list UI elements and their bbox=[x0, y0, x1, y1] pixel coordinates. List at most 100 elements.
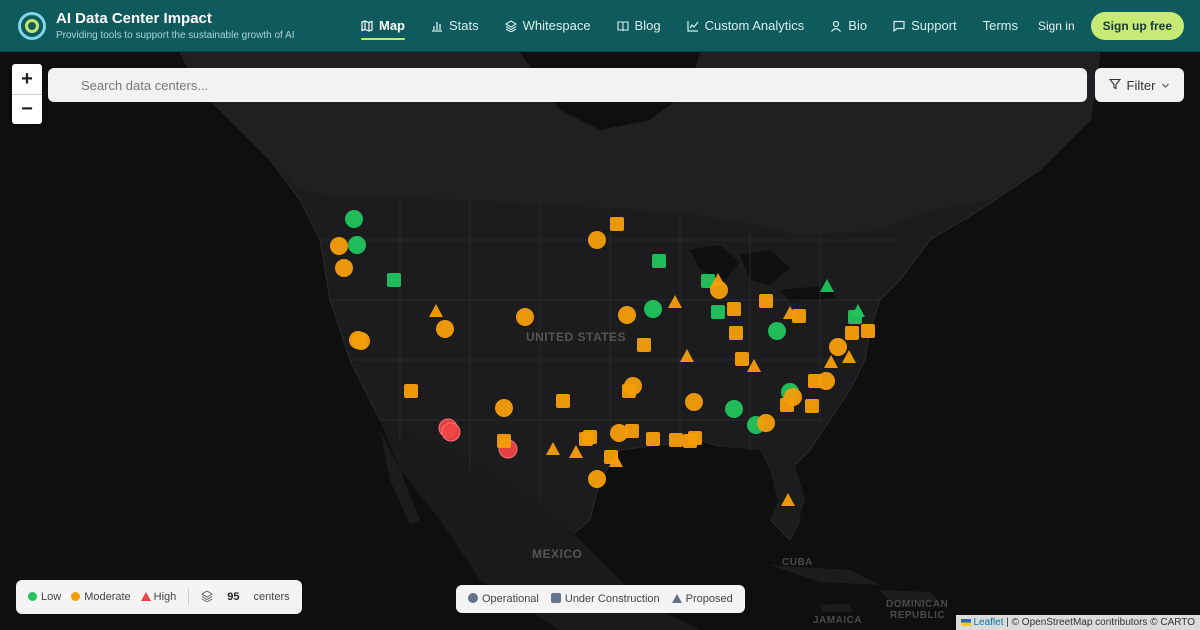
under-construction-marker[interactable] bbox=[711, 305, 725, 319]
under-construction-marker[interactable] bbox=[735, 352, 749, 366]
nav-bio[interactable]: Bio bbox=[817, 0, 880, 52]
nav-support-label: Support bbox=[911, 18, 957, 33]
under-construction-marker[interactable] bbox=[404, 384, 418, 398]
circle-icon bbox=[468, 593, 478, 603]
operational-marker[interactable] bbox=[817, 372, 835, 390]
operational-marker[interactable] bbox=[768, 322, 786, 340]
under-construction-marker[interactable] bbox=[652, 254, 666, 268]
under-construction-marker[interactable] bbox=[637, 338, 651, 352]
under-construction-marker[interactable] bbox=[792, 309, 806, 323]
operational-marker[interactable] bbox=[784, 388, 802, 406]
map-icon bbox=[361, 19, 373, 32]
operational-marker[interactable] bbox=[829, 338, 847, 356]
top-navigation-bar: AI Data Center Impact Providing tools to… bbox=[0, 0, 1200, 52]
nav-custom-analytics[interactable]: Custom Analytics bbox=[674, 0, 818, 52]
status-operational[interactable]: Operational bbox=[468, 593, 539, 605]
proposed-marker[interactable] bbox=[824, 355, 838, 368]
nav-support[interactable]: Support bbox=[880, 0, 970, 52]
under-construction-marker[interactable] bbox=[583, 430, 597, 444]
under-construction-marker[interactable] bbox=[729, 326, 743, 340]
operational-marker[interactable] bbox=[352, 332, 370, 350]
chat-icon bbox=[893, 20, 905, 32]
under-construction-marker[interactable] bbox=[646, 432, 660, 446]
search-placeholder: Search data centers... bbox=[81, 77, 209, 93]
layers-icon bbox=[504, 19, 517, 32]
brand[interactable]: AI Data Center Impact Providing tools to… bbox=[0, 10, 330, 41]
filter-label: Filter bbox=[1126, 77, 1156, 93]
legend-high-label: High bbox=[153, 591, 177, 603]
proposed-marker[interactable] bbox=[668, 295, 682, 308]
under-construction-marker[interactable] bbox=[688, 431, 702, 445]
operational-marker[interactable] bbox=[330, 237, 348, 255]
sign-in-link[interactable]: Sign in bbox=[1038, 19, 1075, 33]
nav-whitespace-label: Whitespace bbox=[522, 18, 591, 33]
proposed-marker[interactable] bbox=[781, 493, 795, 506]
under-construction-marker[interactable] bbox=[848, 310, 862, 324]
status-legend: Operational Under Construction Proposed bbox=[456, 585, 745, 613]
under-construction-marker[interactable] bbox=[625, 424, 639, 438]
proposed-marker[interactable] bbox=[820, 279, 834, 292]
main-nav: Map Stats Whitespace Blog Custom Analyti… bbox=[348, 0, 1031, 52]
nav-map-label: Map bbox=[379, 18, 405, 33]
under-construction-marker[interactable] bbox=[759, 294, 773, 308]
operational-marker[interactable] bbox=[644, 300, 662, 318]
operational-marker[interactable] bbox=[725, 400, 743, 418]
search-input[interactable]: Search data centers... bbox=[48, 68, 1087, 102]
proposed-marker[interactable] bbox=[429, 304, 443, 317]
line-chart-icon bbox=[686, 20, 699, 32]
operational-marker[interactable] bbox=[685, 393, 703, 411]
funnel-icon bbox=[1108, 78, 1121, 93]
square-icon bbox=[550, 593, 561, 603]
proposed-marker[interactable] bbox=[546, 442, 560, 455]
chevron-down-icon bbox=[1161, 78, 1170, 93]
under-construction-marker[interactable] bbox=[669, 433, 683, 447]
under-construction-marker[interactable] bbox=[845, 326, 859, 340]
legend-moderate[interactable]: Moderate bbox=[71, 591, 131, 603]
operational-marker[interactable] bbox=[588, 231, 606, 249]
nav-whitespace[interactable]: Whitespace bbox=[492, 0, 604, 52]
under-construction-marker[interactable] bbox=[805, 399, 819, 413]
proposed-marker[interactable] bbox=[569, 445, 583, 458]
under-construction-marker[interactable] bbox=[622, 384, 636, 398]
country-label-cuba: CUBA bbox=[782, 557, 813, 568]
country-label-jamaica: JAMAICA bbox=[813, 615, 863, 626]
ukraine-flag-icon bbox=[961, 619, 972, 626]
sign-up-button[interactable]: Sign up free bbox=[1090, 11, 1184, 40]
under-construction-marker[interactable] bbox=[387, 273, 401, 287]
proposed-marker[interactable] bbox=[680, 349, 694, 362]
nav-terms[interactable]: Terms bbox=[970, 0, 1031, 52]
status-under-construction[interactable]: Under Construction bbox=[550, 593, 660, 605]
under-construction-marker[interactable] bbox=[610, 217, 624, 231]
operational-marker[interactable] bbox=[757, 414, 775, 432]
under-construction-marker[interactable] bbox=[556, 394, 570, 408]
operational-marker[interactable] bbox=[618, 306, 636, 324]
legend-low[interactable]: Low bbox=[28, 591, 61, 603]
nav-blog[interactable]: Blog bbox=[604, 0, 674, 52]
operational-marker[interactable] bbox=[436, 320, 454, 338]
leaflet-link[interactable]: Leaflet bbox=[973, 617, 1003, 628]
operational-marker[interactable] bbox=[441, 422, 461, 442]
legend-high[interactable]: High bbox=[140, 591, 177, 603]
operational-marker[interactable] bbox=[495, 399, 513, 417]
operational-marker[interactable] bbox=[348, 236, 366, 254]
operational-marker[interactable] bbox=[345, 210, 363, 228]
impact-legend: Low Moderate High 95 centers bbox=[16, 580, 302, 614]
status-operational-label: Operational bbox=[482, 593, 539, 605]
nav-stats[interactable]: Stats bbox=[418, 0, 492, 52]
zoom-control: + − bbox=[12, 64, 42, 124]
status-proposed[interactable]: Proposed bbox=[671, 593, 733, 605]
zoom-out-button[interactable]: − bbox=[12, 94, 42, 124]
nav-custom-analytics-label: Custom Analytics bbox=[704, 18, 805, 33]
operational-marker[interactable] bbox=[516, 308, 534, 326]
user-icon bbox=[830, 20, 842, 32]
filter-button[interactable]: Filter bbox=[1095, 68, 1184, 102]
operational-marker[interactable] bbox=[588, 470, 606, 488]
zoom-in-button[interactable]: + bbox=[12, 64, 42, 94]
nav-map[interactable]: Map bbox=[348, 0, 418, 52]
under-construction-marker[interactable] bbox=[861, 324, 875, 338]
under-construction-marker[interactable] bbox=[497, 434, 511, 448]
triangle-icon bbox=[671, 594, 682, 603]
operational-marker[interactable] bbox=[335, 259, 353, 277]
proposed-marker[interactable] bbox=[747, 359, 761, 372]
under-construction-marker[interactable] bbox=[727, 302, 741, 316]
